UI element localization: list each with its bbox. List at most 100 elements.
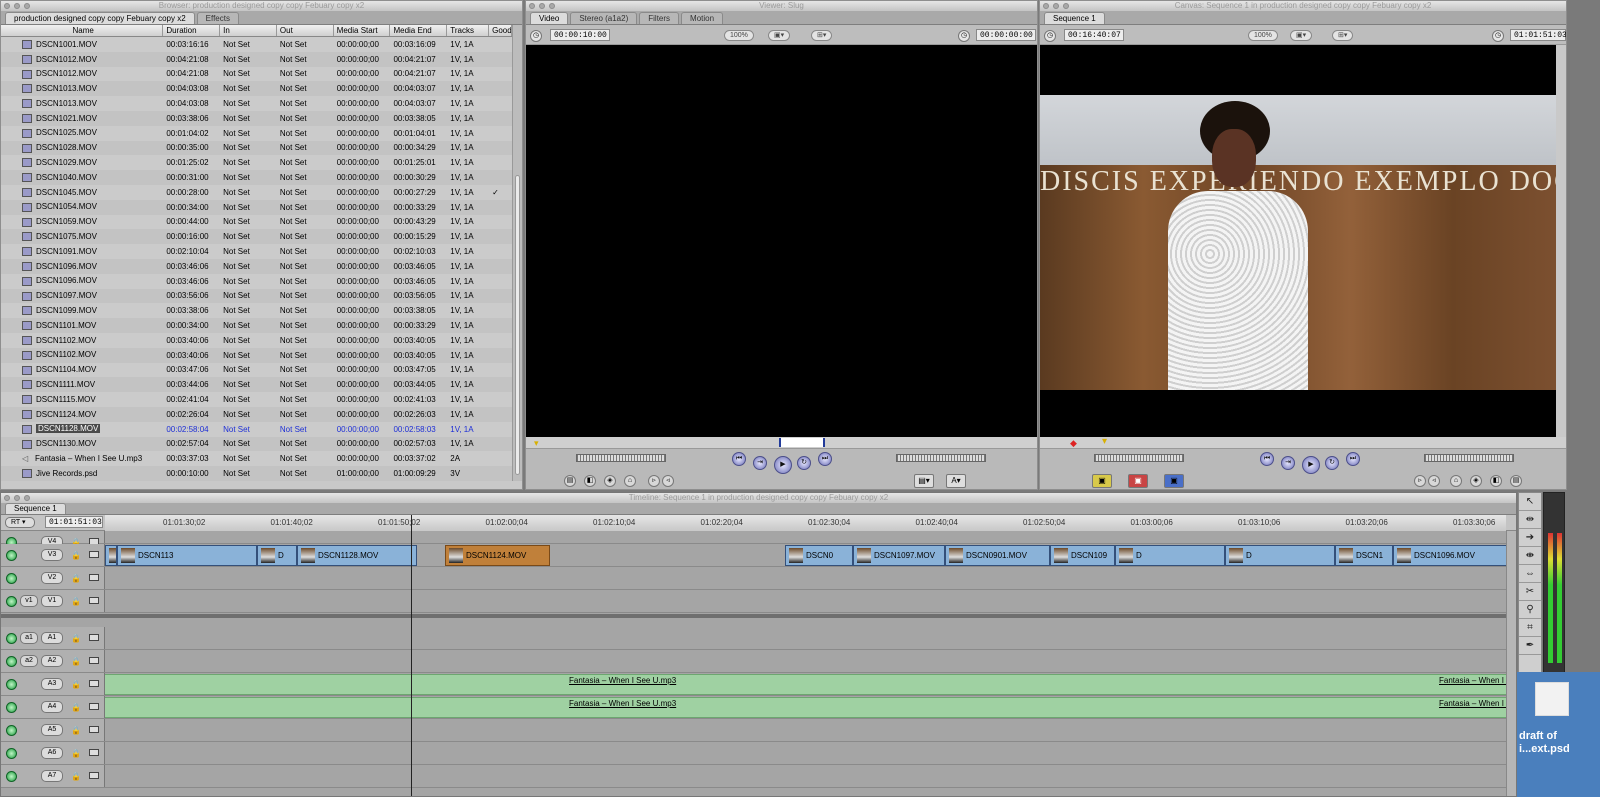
table-row[interactable]: DSCN1054.MOV 00:00:34:00 Not Set Not Set 00:… [1, 199, 512, 215]
mark-in-icon[interactable]: ▹ [1414, 475, 1426, 487]
timeline-playhead[interactable] [411, 515, 412, 796]
auto-select-icon[interactable] [89, 772, 99, 779]
timeline-clip[interactable]: DSCN1124.MOV [445, 545, 550, 566]
track-a7[interactable]: A7 🔒 [1, 765, 1506, 788]
table-row[interactable]: DSCN1115.MOV 00:02:41:04 Not Set Not Set 00:… [1, 392, 512, 407]
table-row[interactable]: ◁ Fantasia – When I See U.mp3 00:03:37:03 N… [1, 451, 512, 466]
play-around-icon[interactable]: ↻ [1325, 456, 1339, 470]
track-v4[interactable]: V4 🔒 [1, 531, 1506, 548]
play-in-out-icon[interactable]: ⇥ [753, 456, 767, 470]
track-name[interactable]: A4 [41, 701, 63, 713]
auto-select-icon[interactable] [89, 597, 99, 604]
track-name[interactable]: A6 [41, 747, 63, 759]
audible-toggle-icon[interactable] [6, 702, 17, 713]
match-frame-icon[interactable]: ▤ [564, 475, 576, 487]
selection-tool-icon[interactable]: ↖ [1519, 493, 1541, 511]
audible-toggle-icon[interactable] [6, 771, 17, 782]
tab-stereo[interactable]: Stereo (a1a2) [570, 12, 638, 24]
timeline-clip[interactable]: DSCN1 [1335, 545, 1393, 566]
auto-select-icon[interactable] [89, 749, 99, 756]
window-controls[interactable] [4, 3, 30, 9]
lock-icon[interactable]: 🔒 [71, 657, 81, 666]
tab-filters[interactable]: Filters [639, 12, 680, 24]
timeline-clip[interactable]: DSCN113 [117, 545, 257, 566]
play-icon[interactable]: ▶ [774, 456, 792, 474]
lock-icon[interactable]: 🔒 [71, 703, 81, 712]
lock-icon[interactable]: 🔒 [71, 574, 81, 583]
jog-control[interactable] [896, 454, 986, 462]
timeline-clip[interactable]: D [105, 545, 117, 566]
visibility-toggle-icon[interactable] [6, 596, 17, 607]
play-in-out-icon[interactable]: ⇥ [1281, 456, 1295, 470]
psd-file-icon[interactable] [1535, 682, 1569, 716]
viewer-duration-timecode[interactable]: 00:00:10:00 [550, 29, 610, 41]
auto-select-icon[interactable] [89, 634, 99, 641]
timeline-clip[interactable]: DSCN1096.MOV [1393, 545, 1507, 566]
canvas-titlebar[interactable]: Canvas: Sequence 1 in production designe… [1040, 1, 1566, 11]
table-row[interactable]: DSCN1013.MOV 00:04:03:08 Not Set Not Set 00:… [1, 81, 512, 97]
pen-tool-icon[interactable]: ✒ [1519, 637, 1541, 655]
timeline-clip[interactable]: D [257, 545, 297, 566]
table-row[interactable]: DSCN1029.MOV 00:01:25:02 Not Set Not Set 00:… [1, 155, 512, 170]
table-row[interactable]: DSCN1097.MOV 00:03:56:06 Not Set Not Set 00:… [1, 288, 512, 304]
browser-scrollbar[interactable] [512, 25, 522, 481]
table-row[interactable]: DSCN1045.MOV 00:00:28:00 Not Set Not Set 00:… [1, 185, 512, 200]
viewer-video-area[interactable] [526, 45, 1037, 437]
table-row[interactable]: DSCN1028.MOV 00:00:35:00 Not Set Not Set 00:… [1, 140, 512, 156]
track-select-tool-icon[interactable]: ➔ [1519, 529, 1541, 547]
track-v3[interactable]: V3 🔒 D DSCN113 D DSCN1128.MOV DSCN1124.MOV DSCN… [1, 544, 1507, 567]
timeline-titlebar[interactable]: Timeline: Sequence 1 in production desig… [1, 493, 1516, 503]
window-controls[interactable] [529, 3, 555, 9]
visibility-toggle-icon[interactable] [6, 550, 17, 561]
auto-select-icon[interactable] [89, 551, 99, 558]
tab-sequence-1[interactable]: Sequence 1 [5, 503, 66, 514]
audio-clip[interactable]: Fantasia – When I See U.mp3 Fantasia – Wh… [105, 674, 1506, 695]
next-edit-icon[interactable]: ⏭ [818, 452, 832, 466]
audible-toggle-icon[interactable] [6, 725, 17, 736]
recent-clips-icon[interactable]: ▤▾ [914, 474, 934, 488]
tab-sequence-1[interactable]: Sequence 1 [1044, 12, 1105, 24]
roll-tool-icon[interactable]: ⇼ [1519, 547, 1541, 565]
auto-select-icon[interactable] [89, 657, 99, 664]
table-row[interactable]: DSCN1111.MOV 00:03:44:06 Not Set Not Set 00:… [1, 377, 512, 393]
viewer-zoom-popup[interactable]: 100% [724, 30, 754, 41]
insert-edit-icon[interactable]: ▣ [1092, 474, 1112, 488]
timeline-ruler[interactable]: 01:01:30;02 01:01:40;02 01:01:50;02 01:02:0… [105, 515, 1506, 531]
playhead-marker-icon[interactable]: ▾ [1102, 436, 1107, 447]
table-row[interactable]: DSCN1013.MOV 00:04:03:08 Not Set Not Set 00:… [1, 96, 512, 111]
track-name[interactable]: A3 [41, 678, 63, 690]
timeline-clip[interactable]: DSCN0 [785, 545, 853, 566]
prev-edit-icon[interactable]: ⏮ [732, 452, 746, 466]
col-tracks[interactable]: Tracks [447, 25, 490, 36]
mark-out-icon[interactable]: ◃ [1428, 475, 1440, 487]
window-controls[interactable] [1043, 3, 1069, 9]
col-out[interactable]: Out [277, 25, 334, 36]
playhead-marker-icon[interactable]: ▾ [534, 438, 539, 449]
canvas-zoom-popup[interactable]: 100% [1248, 30, 1278, 41]
source-patch[interactable]: v1 [20, 595, 38, 607]
add-keyframe-icon[interactable]: ◈ [1470, 475, 1482, 487]
in-out-range[interactable] [779, 438, 825, 447]
timeline-clip[interactable]: D [1225, 545, 1335, 566]
audio-clip[interactable]: Fantasia – When I See U.mp3 Fantasia – Wh… [105, 697, 1506, 718]
table-row[interactable]: DSCN1012.MOV 00:04:21:08 Not Set Not Set 00:… [1, 67, 512, 82]
lock-icon[interactable]: 🔒 [71, 680, 81, 689]
track-a2[interactable]: a2 A2 🔒 [1, 650, 1506, 673]
track-name[interactable]: V1 [41, 595, 63, 607]
table-row[interactable]: DSCN1099.MOV 00:03:38:06 Not Set Not Set 00:… [1, 303, 512, 318]
track-a6[interactable]: A6 🔒 [1, 742, 1506, 765]
source-patch[interactable]: a2 [20, 655, 38, 667]
table-row[interactable]: DSCN1104.MOV 00:03:47:06 Not Set Not Set 00:… [1, 363, 512, 378]
track-a4[interactable]: A4 🔒 Fantasia – When I See U.mp3 Fantasia –… [1, 696, 1506, 719]
lock-icon[interactable]: 🔒 [71, 597, 81, 606]
audible-toggle-icon[interactable] [6, 633, 17, 644]
table-row[interactable]: Jive Records.psd 00:00:10:00 Not Set Not Se… [1, 466, 512, 481]
lock-icon[interactable]: 🔒 [71, 551, 81, 560]
track-a3[interactable]: A3 🔒 Fantasia – When I See U.mp3 Fantasia –… [1, 673, 1506, 696]
play-around-icon[interactable]: ↻ [797, 456, 811, 470]
tab-video[interactable]: Video [530, 12, 569, 24]
crop-tool-icon[interactable]: ⌗ [1519, 619, 1541, 637]
replace-edit-icon[interactable]: ▣ [1164, 474, 1184, 488]
table-row[interactable]: DSCN1040.MOV 00:00:31:00 Not Set Not Set 00:… [1, 170, 512, 185]
edit-select-tool-icon[interactable]: ⇹ [1519, 511, 1541, 529]
